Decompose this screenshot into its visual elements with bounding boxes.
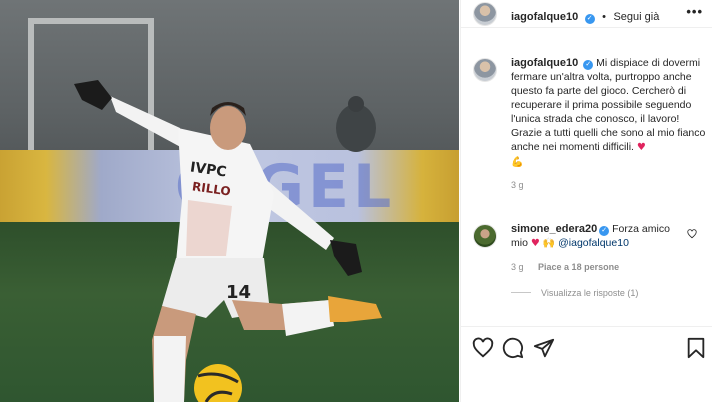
verified-badge-icon: ✓ (599, 226, 610, 236)
flexed-biceps-emoji-icon: 💪 (511, 157, 524, 168)
view-replies-button[interactable]: Visualizza le risposte (1) (511, 288, 638, 298)
view-replies-label: Visualizza le risposte (1) (541, 288, 639, 298)
post-header: iagofalque10 ✓ • Segui già ••• (461, 0, 712, 28)
caption-text-2: Grazie a tutti quelli che sono al mio fi… (511, 127, 706, 153)
comment-mention-link[interactable]: @iagofalque10 (558, 237, 629, 249)
heart-emoji-icon: ♥ (636, 142, 646, 153)
caption-timestamp[interactable]: 3 g (511, 178, 707, 192)
comment-meta: 3 g Piace a 18 persone (511, 262, 619, 272)
comment-username[interactable]: simone_edera20 (511, 223, 597, 235)
verified-badge-icon: ✓ (584, 14, 595, 24)
avatar[interactable] (473, 224, 497, 248)
raising-hands-emoji-icon: 🙌 (542, 238, 556, 249)
avatar[interactable] (473, 2, 497, 26)
heart-emoji-icon: ♥ (530, 238, 540, 249)
more-options-icon[interactable]: ••• (686, 4, 703, 19)
player-illustration (74, 80, 382, 402)
header-username[interactable]: iagofalque10 (511, 11, 578, 23)
heart-icon[interactable] (472, 337, 494, 359)
post-sidebar: iagofalque10 ✓ • Segui già ••• iagofalqu… (460, 0, 712, 402)
post-actions-bar (461, 326, 712, 402)
separator-dot: • (602, 11, 607, 23)
avatar[interactable] (473, 58, 497, 82)
comment-like-heart-icon[interactable] (687, 229, 697, 239)
bookmark-icon[interactable] (685, 337, 707, 359)
caption-text-block: iagofalque10 ✓ Mi dispiace di dovermi fer… (511, 56, 707, 192)
verified-badge-icon: ✓ (583, 60, 594, 70)
send-icon[interactable] (533, 337, 555, 359)
comment-text-block: simone_edera20 ✓ Forza amico mio ♥ 🙌 @iag… (511, 222, 681, 251)
comment-icon[interactable] (502, 337, 524, 359)
replies-divider (511, 292, 531, 293)
comment-likes-count[interactable]: Piace a 18 persone (538, 262, 619, 272)
comment-timestamp[interactable]: 3 g (511, 262, 524, 272)
post-photo[interactable]: O GEL IVPC RILLO 14 (0, 0, 459, 402)
following-button[interactable]: Segui già (613, 11, 659, 23)
shirt-number: 14 (226, 282, 252, 303)
caption-username[interactable]: iagofalque10 (511, 57, 578, 69)
